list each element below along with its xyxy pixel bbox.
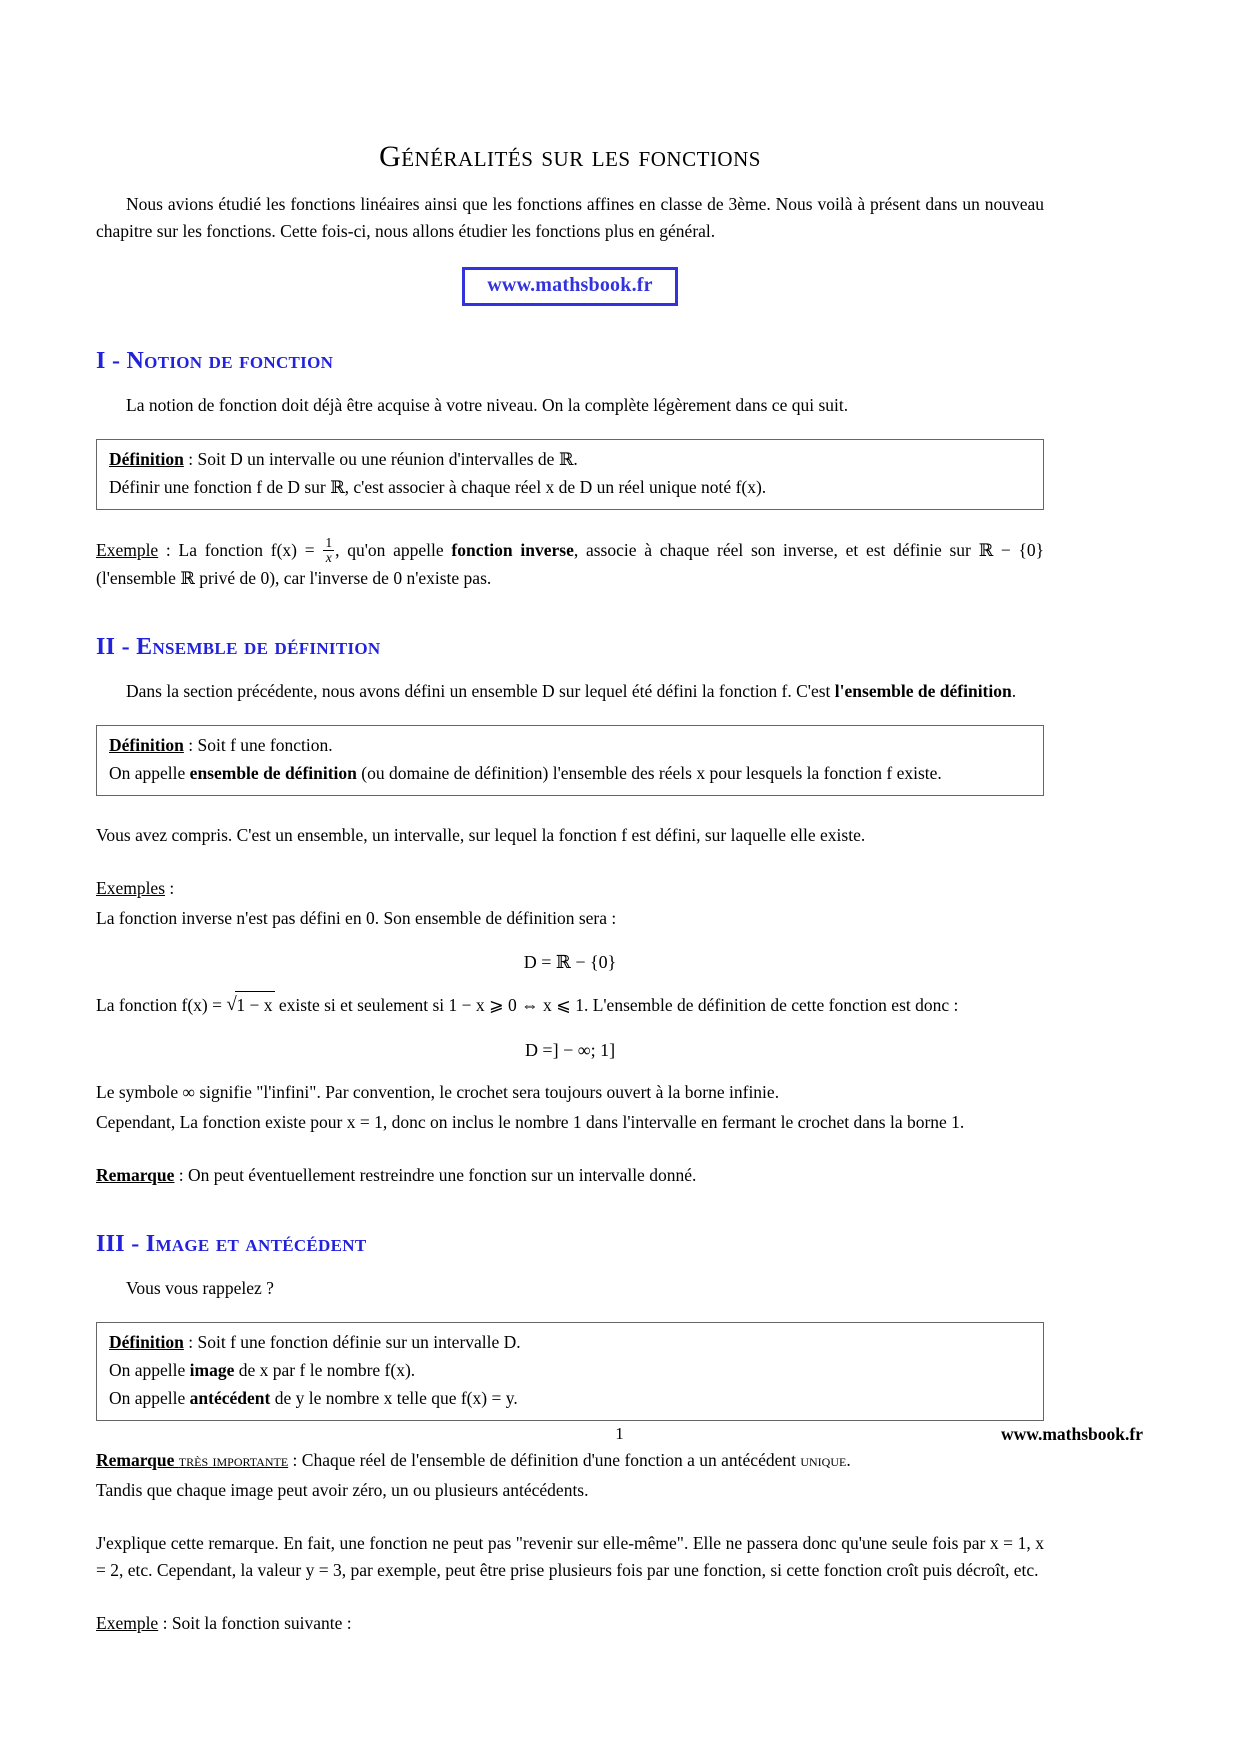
examples-label-wrapper: Exemples : — [96, 875, 1044, 902]
definition-box-1-line-1-text: : Soit D un intervalle ou une réunion d'… — [183, 449, 578, 470]
section2-note-line-2: Cependant, La fonction existe pour x = 1… — [96, 1111, 965, 1132]
section2-example-2-b: existe si et seulement si 1 − x ⩾ 0 ⇔ x … — [274, 995, 959, 1016]
section3-intro: Vous vous rappelez ? — [126, 1277, 274, 1298]
definition-box-3-line-1: Définition : Soit f une fonction définie… — [109, 1330, 1033, 1356]
remark-text-2: : On peut éventuellement restreindre une… — [174, 1164, 697, 1185]
definition-label-2: Définition — [109, 735, 184, 756]
example-label-1: Exemple — [96, 539, 159, 560]
square-root-expression: 1 − x — [226, 990, 275, 1020]
remark-label-3: Remarque — [96, 1449, 175, 1470]
definition-box-1: Définition : Soit D un intervalle ou une… — [96, 439, 1044, 511]
definition-box-2-line-2-b: (ou domaine de définition) l'ensemble de… — [356, 763, 942, 784]
fraction-denominator: x — [323, 550, 335, 565]
document-page: Généralités sur les fonctions Nous avion… — [0, 0, 1239, 1754]
definition-label-3: Définition — [109, 1332, 184, 1353]
definition-box-2-line-1-text: : Soit f une fonction. — [183, 735, 333, 756]
section2-remark: Remarque : On peut éventuellement restre… — [96, 1162, 1044, 1189]
examples-label: Exemples — [96, 878, 166, 899]
remark-smallcaps-emphasis: très importante — [178, 1449, 289, 1470]
definition-box-3-line-2-bold: image — [189, 1359, 235, 1380]
section3-remark-line-2: Tandis que chaque image peut avoir zéro,… — [96, 1479, 589, 1500]
section2-intro-a: Dans la section précédente, nous avons d… — [126, 681, 835, 702]
section-heading-3: III - Image et antécédent — [96, 1230, 367, 1257]
section1-example: Exemple : La fonction f(x) = 1x, qu'on a… — [96, 536, 1044, 592]
section1-intro: La notion de fonction doit déjà être acq… — [126, 395, 849, 416]
section3-example: Exemple : Soit la fonction suivante : — [96, 1610, 1044, 1637]
page-title: Généralités sur les fonctions — [379, 140, 761, 173]
definition-box-3-line-2-b: de x par f le nombre f(x). — [234, 1359, 416, 1380]
fraction-one-over-x: 1x — [323, 535, 335, 565]
intro-paragraph: Nous avions étudié les fonctions linéair… — [96, 194, 1044, 242]
brand-box-wrapper: www.mathsbook.fr — [96, 267, 1044, 307]
example-1-part1: : La fonction f(x) = — [158, 539, 323, 560]
definition-box-3-line-3-b: de y le nombre x telle que f(x) = y. — [270, 1387, 518, 1408]
definition-box-3-line-1-text: : Soit f une fonction définie sur un int… — [183, 1332, 521, 1353]
definition-box-1-line-1: Définition : Soit D un intervalle ou une… — [109, 447, 1033, 473]
equation-domain-sqrt: D =] − ∞; 1] — [524, 1039, 616, 1060]
equation-domain-inverse: D = ℝ − {0} — [523, 952, 617, 973]
section2-example-line-1: La fonction inverse n'est pas défini en … — [96, 908, 617, 929]
section2-intro: Dans la section précédente, nous avons d… — [96, 678, 1044, 705]
definition-box-3-line-3: On appelle antécédent de y le nombre x t… — [109, 1386, 1033, 1412]
section2-paragraph-compris: Vous avez compris. C'est un ensemble, un… — [96, 825, 866, 846]
section2-intro-bold: l'ensemble de définition — [834, 681, 1012, 702]
definition-box-2-line-1: Définition : Soit f une fonction. — [109, 733, 1033, 759]
remark-3-unique: unique — [800, 1449, 847, 1470]
definition-box-2: Définition : Soit f une fonction. On app… — [96, 725, 1044, 797]
section2-example-line-2: La fonction f(x) = 1 − x existe si et se… — [96, 990, 1044, 1020]
definition-box-2-line-2-bold: ensemble de définition — [189, 763, 357, 784]
remark-3-text-b: . — [846, 1449, 851, 1470]
examples-colon: : — [165, 878, 175, 899]
fraction-numerator: 1 — [325, 535, 333, 551]
section3-explain-paragraph: J'explique cette remarque. En fait, une … — [96, 1532, 1044, 1581]
example-3-text: : Soit la fonction suivante : — [158, 1613, 352, 1634]
square-root-radicand: 1 − x — [235, 991, 275, 1019]
section3-remark-important: Remarque très importante : Chaque réel d… — [96, 1447, 1044, 1474]
definition-box-3-line-2: On appelle image de x par f le nombre f(… — [109, 1358, 1033, 1384]
definition-label: Définition — [109, 449, 184, 470]
example-1-part2: , qu'on appelle — [335, 539, 452, 560]
example-1-bold-term: fonction inverse — [451, 539, 574, 560]
definition-box-2-line-2: On appelle ensemble de définition (ou do… — [109, 761, 1033, 787]
remark-3-text-a: : Chaque réel de l'ensemble de définitio… — [288, 1449, 801, 1470]
mathsbook-link-box[interactable]: www.mathsbook.fr — [462, 267, 678, 307]
section2-intro-b: . — [1011, 681, 1017, 702]
definition-box-1-line-2: Définir une fonction f de D sur ℝ, c'est… — [109, 477, 767, 498]
definition-box-3-line-3-bold: antécédent — [189, 1387, 271, 1408]
footer-site-name: www.mathsbook.fr — [1001, 1424, 1143, 1444]
example-label-3: Exemple — [96, 1613, 159, 1634]
section-heading-2: II - Ensemble de définition — [96, 634, 381, 661]
definition-box-3-line-3-a: On appelle — [109, 1387, 190, 1408]
definition-box-2-line-2-a: On appelle — [109, 763, 190, 784]
section2-note-line-1: Le symbole ∞ signifie "l'infini". Par co… — [96, 1081, 780, 1102]
section-heading-1: I - Notion de fonction — [96, 348, 334, 375]
definition-box-3-line-2-a: On appelle — [109, 1359, 190, 1380]
section2-example-2-a: La fonction f(x) = — [96, 995, 227, 1016]
remark-label-2: Remarque — [96, 1164, 175, 1185]
page-content: Généralités sur les fonctions Nous avion… — [96, 0, 1044, 1637]
definition-box-3: Définition : Soit f une fonction définie… — [96, 1322, 1044, 1421]
